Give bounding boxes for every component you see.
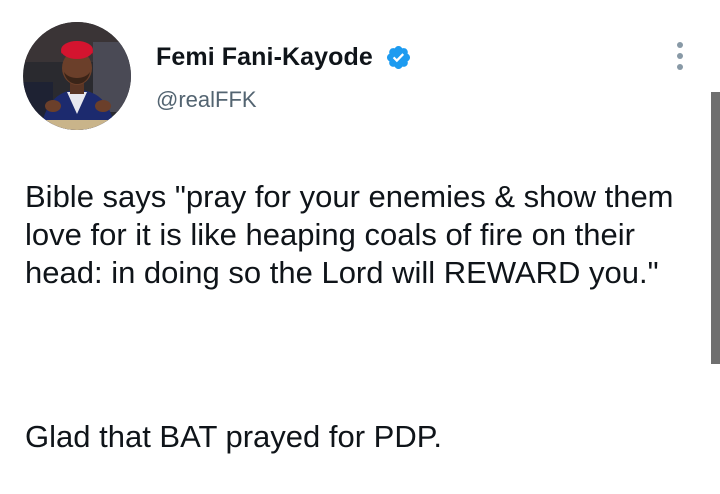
more-options-icon[interactable] <box>667 40 693 72</box>
tweet-text: Bible says "pray for your enemies & show… <box>25 140 685 494</box>
avatar[interactable] <box>23 22 131 130</box>
scrollbar[interactable] <box>711 92 720 364</box>
tweet-paragraph: Bible says "pray for your enemies & show… <box>25 179 674 290</box>
display-name[interactable]: Femi Fani-Kayode <box>156 42 373 72</box>
tweet: Femi Fani-Kayode @realFFK Bible says "pr… <box>0 0 720 456</box>
username-handle[interactable]: @realFFK <box>156 86 257 114</box>
avatar-photo <box>23 22 131 130</box>
verified-badge-icon <box>386 45 411 70</box>
tweet-paragraph: Glad that BAT prayed for PDP. <box>25 419 443 454</box>
